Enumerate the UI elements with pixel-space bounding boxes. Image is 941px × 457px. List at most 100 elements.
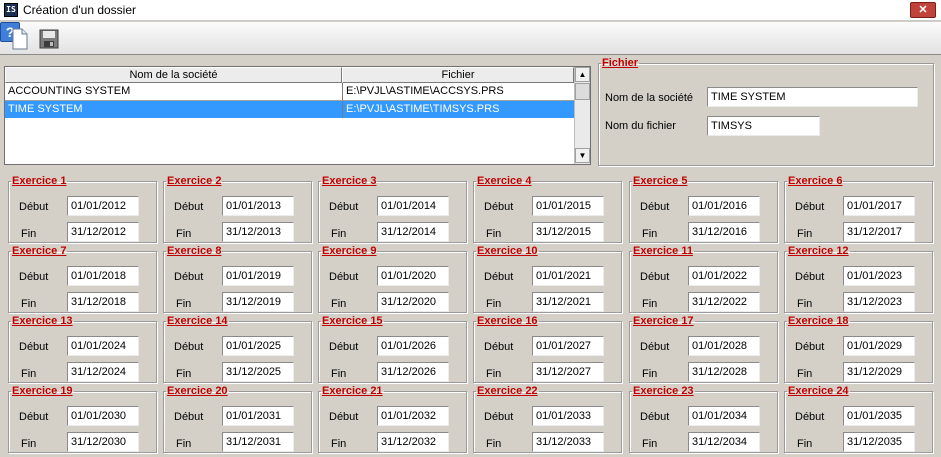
exercice-group: Exercice 3 Début 01/01/2014 Fin 31/12/2014 [318, 175, 467, 243]
toolbar: ? [0, 22, 941, 55]
debut-date-field[interactable]: 01/01/2016 [688, 196, 760, 216]
fin-label: Fin [642, 298, 658, 310]
fin-date-field[interactable]: 31/12/2029 [843, 362, 915, 382]
debut-label: Début [329, 411, 359, 423]
debut-label: Début [174, 411, 204, 423]
vertical-scrollbar[interactable]: ▲ ▼ [574, 67, 590, 164]
fin-date-field[interactable]: 31/12/2016 [688, 222, 760, 242]
exercice-title: Exercice 11 [633, 245, 693, 257]
debut-label: Début [19, 271, 49, 283]
debut-date-field[interactable]: 01/01/2013 [222, 196, 294, 216]
fin-date-field[interactable]: 31/12/2015 [532, 222, 604, 242]
debut-date-field[interactable]: 01/01/2018 [67, 266, 139, 286]
fin-date-field[interactable]: 31/12/2026 [377, 362, 449, 382]
cell-company-name: ACCOUNTING SYSTEM [8, 85, 131, 97]
fin-date-field[interactable]: 31/12/2023 [843, 292, 915, 312]
fin-label: Fin [797, 368, 813, 380]
fin-label: Fin [176, 438, 192, 450]
fin-date-field[interactable]: 31/12/2030 [67, 432, 139, 452]
exercice-title: Exercice 24 [788, 385, 849, 397]
fin-date-field[interactable]: 31/12/2033 [532, 432, 604, 452]
fin-label: Fin [486, 298, 502, 310]
exercice-group: Exercice 6 Début 01/01/2017 Fin 31/12/2017 [784, 175, 933, 243]
debut-date-field[interactable]: 01/01/2025 [222, 336, 294, 356]
fin-date-field[interactable]: 31/12/2027 [532, 362, 604, 382]
exercice-title: Exercice 7 [12, 245, 67, 257]
fin-date-field[interactable]: 31/12/2013 [222, 222, 294, 242]
debut-date-field[interactable]: 01/01/2021 [532, 266, 604, 286]
fin-date-field[interactable]: 31/12/2019 [222, 292, 294, 312]
fin-date-field[interactable]: 31/12/2034 [688, 432, 760, 452]
close-button[interactable]: ✕ [910, 2, 936, 18]
debut-date-field[interactable]: 01/01/2017 [843, 196, 915, 216]
title-bar: IS Création d'un dossier ✕ [0, 0, 941, 21]
exercice-group: Exercice 20 Début 01/01/2031 Fin 31/12/2031 [163, 385, 312, 453]
exercice-group: Exercice 9 Début 01/01/2020 Fin 31/12/2020 [318, 245, 467, 313]
debut-date-field[interactable]: 01/01/2031 [222, 406, 294, 426]
exercice-title: Exercice 12 [788, 245, 849, 257]
debut-date-field[interactable]: 01/01/2019 [222, 266, 294, 286]
debut-date-field[interactable]: 01/01/2033 [532, 406, 604, 426]
fin-date-field[interactable]: 31/12/2014 [377, 222, 449, 242]
fin-date-field[interactable]: 31/12/2031 [222, 432, 294, 452]
file-name-label: Nom du fichier [605, 120, 676, 132]
scroll-thumb[interactable] [575, 83, 590, 100]
debut-label: Début [484, 201, 514, 213]
debut-date-field[interactable]: 01/01/2029 [843, 336, 915, 356]
fin-label: Fin [797, 298, 813, 310]
fin-label: Fin [21, 228, 37, 240]
fin-label: Fin [331, 368, 347, 380]
debut-date-field[interactable]: 01/01/2034 [688, 406, 760, 426]
debut-date-field[interactable]: 01/01/2026 [377, 336, 449, 356]
cell-company-name: TIME SYSTEM [8, 103, 83, 115]
fin-date-field[interactable]: 31/12/2012 [67, 222, 139, 242]
debut-date-field[interactable]: 01/01/2030 [67, 406, 139, 426]
scroll-down-icon[interactable]: ▼ [575, 148, 590, 163]
fin-date-field[interactable]: 31/12/2017 [843, 222, 915, 242]
fin-date-field[interactable]: 31/12/2025 [222, 362, 294, 382]
fichier-group: Fichier Nom de la société TIME SYSTEM No… [598, 57, 934, 166]
debut-date-field[interactable]: 01/01/2035 [843, 406, 915, 426]
column-header-company[interactable]: Nom de la société [5, 67, 342, 83]
company-name-field[interactable]: TIME SYSTEM [707, 87, 918, 107]
file-name-field[interactable]: TIMSYS [707, 116, 820, 136]
debut-label: Début [329, 271, 359, 283]
new-document-icon[interactable] [10, 28, 30, 50]
debut-date-field[interactable]: 01/01/2024 [67, 336, 139, 356]
fin-date-field[interactable]: 31/12/2018 [67, 292, 139, 312]
table-row-selected[interactable]: TIME SYSTEM E:\PVJL\ASTIME\TIMSYS.PRS [5, 101, 574, 118]
column-header-file[interactable]: Fichier [342, 67, 574, 83]
fin-date-field[interactable]: 31/12/2032 [377, 432, 449, 452]
fin-date-field[interactable]: 31/12/2028 [688, 362, 760, 382]
exercice-title: Exercice 15 [322, 315, 383, 327]
fin-date-field[interactable]: 31/12/2020 [377, 292, 449, 312]
exercice-title: Exercice 23 [633, 385, 694, 397]
exercice-title: Exercice 13 [12, 315, 73, 327]
debut-date-field[interactable]: 01/01/2032 [377, 406, 449, 426]
fin-date-field[interactable]: 31/12/2035 [843, 432, 915, 452]
debut-date-field[interactable]: 01/01/2015 [532, 196, 604, 216]
debut-date-field[interactable]: 01/01/2027 [532, 336, 604, 356]
fin-date-field[interactable]: 31/12/2022 [688, 292, 760, 312]
scroll-up-icon[interactable]: ▲ [575, 67, 590, 82]
debut-date-field[interactable]: 01/01/2028 [688, 336, 760, 356]
debut-label: Début [484, 411, 514, 423]
fin-date-field[interactable]: 31/12/2021 [532, 292, 604, 312]
table-row[interactable]: ACCOUNTING SYSTEM E:\PVJL\ASTIME\ACCSYS.… [5, 83, 574, 100]
exercice-group: Exercice 16 Début 01/01/2027 Fin 31/12/2027 [473, 315, 622, 383]
debut-date-field[interactable]: 01/01/2022 [688, 266, 760, 286]
exercice-group: Exercice 8 Début 01/01/2019 Fin 31/12/2019 [163, 245, 312, 313]
company-grid: Nom de la société Fichier ACCOUNTING SYS… [4, 66, 591, 165]
debut-date-field[interactable]: 01/01/2023 [843, 266, 915, 286]
debut-date-field[interactable]: 01/01/2020 [377, 266, 449, 286]
exercice-title: Exercice 22 [477, 385, 538, 397]
save-icon[interactable] [39, 28, 59, 50]
fin-date-field[interactable]: 31/12/2024 [67, 362, 139, 382]
debut-date-field[interactable]: 01/01/2014 [377, 196, 449, 216]
debut-date-field[interactable]: 01/01/2012 [67, 196, 139, 216]
exercice-title: Exercice 17 [633, 315, 694, 327]
fin-label: Fin [797, 438, 813, 450]
debut-label: Début [484, 271, 514, 283]
debut-label: Début [19, 341, 49, 353]
debut-label: Début [795, 201, 825, 213]
